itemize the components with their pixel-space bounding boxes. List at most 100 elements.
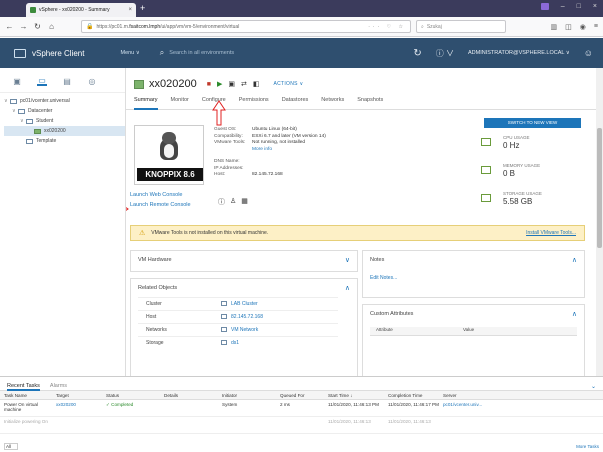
- related-value[interactable]: 82.145.72.168: [213, 310, 338, 324]
- refresh-icon[interactable]: ↻: [413, 48, 421, 59]
- launch-remote-console-link[interactable]: Launch Remote Console: [130, 202, 191, 208]
- back-icon[interactable]: ←: [5, 22, 14, 31]
- tree-item[interactable]: ∨ Datacenter: [4, 106, 125, 116]
- related-value[interactable]: VM Network: [213, 323, 338, 337]
- tab-title: vSphere - xx020200 - Summary: [39, 7, 110, 13]
- tab-networks[interactable]: Networks: [321, 97, 344, 110]
- related-link[interactable]: ds1: [231, 340, 239, 346]
- reload-icon[interactable]: ↻: [33, 22, 42, 31]
- page-actions-icon[interactable]: ··· ♡ ☆: [368, 24, 406, 30]
- tasks-filter-select[interactable]: All: [4, 442, 18, 450]
- extension-icon[interactable]: [540, 3, 549, 10]
- column-header[interactable]: Start Time ↓: [328, 393, 388, 398]
- tree-item[interactable]: Template: [4, 136, 125, 146]
- column-header[interactable]: Queued For: [280, 393, 328, 398]
- global-search-placeholder: Search in all environments: [169, 50, 235, 56]
- chevron-down-icon[interactable]: ∨: [345, 256, 350, 264]
- related-row: Host 82.145.72.168: [138, 310, 338, 324]
- tab-datastores[interactable]: Datastores: [282, 97, 309, 110]
- feedback-icon[interactable]: ☺: [584, 48, 593, 58]
- chevron-up-icon[interactable]: ∧: [572, 310, 577, 318]
- url-bar[interactable]: 🔒 https://pc01.m. fsaitcom.lmph/ui/app/vm…: [81, 20, 411, 33]
- tab-summary[interactable]: Summary: [134, 97, 158, 110]
- notes-panel: Notes ∧ Edit Notes...: [362, 250, 585, 298]
- hamburger-menu-icon[interactable]: ≡: [594, 23, 598, 31]
- home-icon[interactable]: ⌂: [47, 22, 56, 31]
- task-cell-server[interactable]: pc01/vcenter.univ...: [443, 402, 493, 407]
- detail-row: Host: 82.145.72.168: [214, 172, 326, 179]
- power-off-icon[interactable]: ■: [207, 81, 211, 88]
- forward-icon[interactable]: →: [19, 22, 28, 31]
- task-cell-status: ✓ Completed: [106, 402, 134, 407]
- column-header[interactable]: Status: [106, 393, 164, 398]
- global-search[interactable]: ⌕ Search in all environments: [160, 48, 234, 58]
- chevron-up-icon[interactable]: ∧: [345, 284, 350, 292]
- tools-warning-banner: ⚠ VMware Tools is not installed on this …: [130, 225, 585, 241]
- tab-monitor[interactable]: Monitor: [171, 97, 189, 110]
- related-value[interactable]: LAB Cluster: [213, 297, 338, 311]
- switch-view-button[interactable]: SWITCH TO NEW VIEW: [484, 118, 581, 128]
- migrate-icon[interactable]: ⇄: [241, 80, 247, 88]
- menu-dropdown[interactable]: Menu ∨: [120, 50, 139, 56]
- column-header[interactable]: Server: [443, 393, 493, 398]
- column-header[interactable]: Details: [164, 393, 222, 398]
- close-tab-icon[interactable]: ×: [128, 7, 132, 13]
- tab-alarms[interactable]: Alarms: [50, 383, 67, 390]
- vm-hardware-panel[interactable]: VM Hardware ∨: [130, 250, 358, 272]
- vms-templates-icon[interactable]: ▭: [37, 76, 47, 86]
- library-icon[interactable]: ▥: [551, 23, 558, 31]
- related-link[interactable]: VM Network: [231, 327, 258, 333]
- folder-icon: [26, 118, 33, 124]
- lock-icon[interactable]: ♙: [230, 197, 236, 207]
- help-icon[interactable]: ⓘ ∨: [436, 48, 454, 59]
- more-tasks-link[interactable]: More Tasks: [576, 444, 599, 449]
- edit-notes-link[interactable]: Edit Notes...: [363, 275, 584, 281]
- task-cell-target[interactable]: xx020200: [56, 402, 106, 407]
- info-icon[interactable]: ⓘ: [218, 197, 225, 207]
- networking-icon[interactable]: ◎: [87, 76, 97, 86]
- column-header[interactable]: Task Name: [4, 393, 56, 398]
- tab-recent-tasks[interactable]: Recent Tasks: [7, 383, 40, 391]
- tab-snapshots[interactable]: Snapshots: [357, 97, 383, 110]
- new-tab-icon[interactable]: +: [140, 3, 145, 13]
- folder-icon: [18, 108, 25, 114]
- maximize-icon[interactable]: □: [577, 3, 581, 10]
- hosts-clusters-icon[interactable]: ▣: [12, 76, 22, 86]
- vm-badge-icon[interactable]: ▦: [241, 197, 248, 207]
- console-icon[interactable]: ▣: [228, 80, 235, 88]
- tree-item[interactable]: ∨ pc01/vcenter.universal: [4, 96, 125, 106]
- launch-web-console-link[interactable]: Launch Web Console: [130, 192, 183, 198]
- expand-icon[interactable]: ⌄: [591, 383, 596, 390]
- tree-item[interactable]: ∨ Student: [4, 116, 125, 126]
- user-menu[interactable]: ADMINISTRATOR@VSPHERE.LOCAL ∨: [468, 50, 570, 56]
- tree-item[interactable]: xx020200: [4, 126, 125, 136]
- chevron-up-icon[interactable]: ∧: [572, 256, 577, 264]
- browser-tab[interactable]: vSphere - xx020200 - Summary ×: [26, 3, 136, 17]
- minimize-icon[interactable]: –: [561, 3, 565, 10]
- close-window-icon[interactable]: ×: [593, 3, 597, 10]
- snapshot-icon[interactable]: ◧: [253, 80, 260, 88]
- actions-dropdown[interactable]: ACTIONS ∨: [273, 81, 303, 87]
- install-tools-link[interactable]: Install VMware Tools...: [526, 230, 576, 236]
- account-icon[interactable]: ◉: [580, 23, 586, 31]
- tasks-body: Power On virtual machine xx020200 ✓ Comple…: [0, 400, 603, 434]
- storage-icon[interactable]: ▤: [62, 76, 72, 86]
- related-link[interactable]: 82.145.72.168: [231, 314, 263, 320]
- browser-search[interactable]: ⌕ Szukaj: [416, 20, 506, 33]
- console-thumbnail[interactable]: KNOPPIX 8.6: [134, 125, 204, 185]
- column-header[interactable]: Initiator: [222, 393, 280, 398]
- column-header[interactable]: Target: [56, 393, 106, 398]
- column-header[interactable]: Completion Time: [388, 393, 443, 398]
- attribute-column-header[interactable]: Attribute: [370, 327, 455, 335]
- value-column-header[interactable]: Value: [455, 327, 474, 335]
- main-scrollbar[interactable]: [596, 68, 603, 376]
- related-value[interactable]: ds1: [213, 336, 338, 350]
- scrollbar-thumb[interactable]: [597, 128, 602, 248]
- sidebar-toggle-icon[interactable]: ◫: [565, 23, 572, 31]
- related-object-icon: [221, 301, 227, 307]
- power-on-icon[interactable]: ▶: [217, 80, 222, 88]
- vm-icon: [134, 79, 144, 89]
- tab-permissions[interactable]: Permissions: [239, 97, 269, 110]
- more-info-link[interactable]: More info: [252, 147, 272, 154]
- related-link[interactable]: LAB Cluster: [231, 301, 258, 307]
